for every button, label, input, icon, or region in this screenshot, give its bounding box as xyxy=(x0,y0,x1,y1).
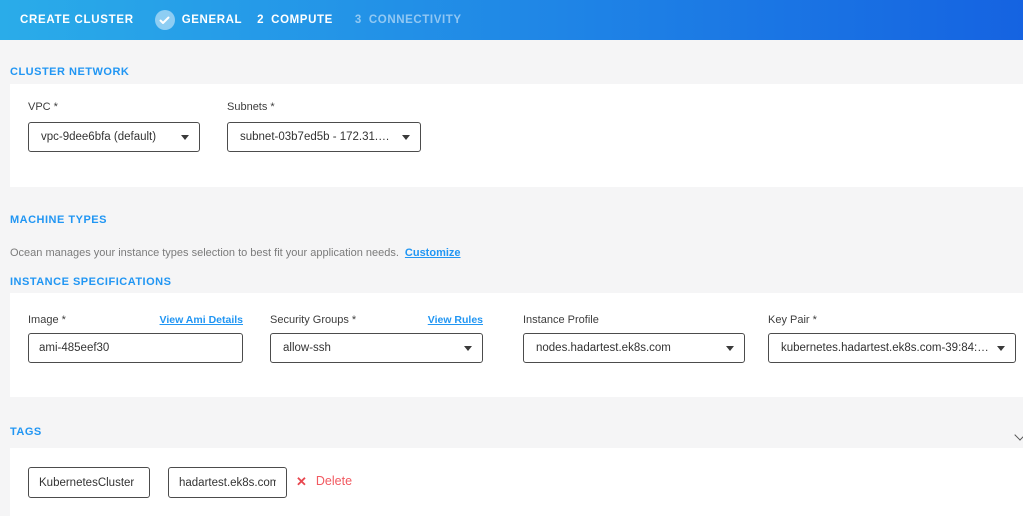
view-ami-details-link[interactable]: View Ami Details xyxy=(160,314,243,326)
instance-profile-selected-value: nodes.hadartest.ek8s.com xyxy=(536,342,671,354)
instance-profile-label: Instance Profile xyxy=(523,314,599,326)
vpc-selected-value: vpc-9dee6bfa (default) xyxy=(41,131,156,143)
tag-value-input[interactable] xyxy=(168,467,287,498)
vpc-select[interactable]: vpc-9dee6bfa (default) xyxy=(28,122,200,152)
chevron-down-icon xyxy=(402,135,410,140)
instance-profile-select[interactable]: nodes.hadartest.ek8s.com xyxy=(523,333,745,363)
tab-connectivity-number: 3 xyxy=(355,14,362,26)
delete-tag-label: Delete xyxy=(316,474,352,488)
delete-x-icon: ✕ xyxy=(296,475,307,488)
vpc-label: VPC * xyxy=(28,101,200,113)
tags-collapse-icon[interactable] xyxy=(1014,429,1023,440)
machine-types-description: Ocean manages your instance types select… xyxy=(10,247,461,259)
tab-general[interactable]: GENERAL xyxy=(155,10,242,30)
chevron-down-icon xyxy=(464,346,472,351)
chevron-down-icon xyxy=(181,135,189,140)
security-groups-select[interactable]: allow-ssh xyxy=(270,333,483,363)
image-label: Image * xyxy=(28,314,66,326)
chevron-down-icon xyxy=(997,346,1005,351)
view-rules-link[interactable]: View Rules xyxy=(428,314,483,326)
key-pair-field: Key Pair * kubernetes.hadartest.ek8s.com… xyxy=(768,312,1016,363)
page-title: CREATE CLUSTER xyxy=(20,14,134,26)
tag-key-input[interactable] xyxy=(28,467,150,498)
section-title-tags: TAGS xyxy=(10,426,42,438)
tab-compute-number: 2 xyxy=(257,14,264,26)
instance-specifications-card: Image * View Ami Details Security Groups… xyxy=(10,293,1023,397)
tab-compute-label: COMPUTE xyxy=(271,14,333,26)
security-groups-field: Security Groups * View Rules allow-ssh xyxy=(270,312,483,363)
instance-profile-field: Instance Profile nodes.hadartest.ek8s.co… xyxy=(523,312,745,363)
tab-compute[interactable]: 2 COMPUTE xyxy=(257,14,333,26)
key-pair-label: Key Pair * xyxy=(768,314,817,326)
cluster-network-card: VPC * vpc-9dee6bfa (default) Subnets * s… xyxy=(10,84,1023,187)
key-pair-select[interactable]: kubernetes.hadartest.ek8s.com-39:84:a5:9… xyxy=(768,333,1016,363)
tags-card: ✕ Delete xyxy=(10,448,1023,516)
subnets-label: Subnets * xyxy=(227,101,421,113)
wizard-header: CREATE CLUSTER GENERAL 2 COMPUTE 3 CONNE… xyxy=(0,0,1023,40)
subnets-selected-value: subnet-03b7ed5b - 172.31.0.0/20 ... xyxy=(240,131,396,143)
section-title-machine-types: MACHINE TYPES xyxy=(10,214,107,226)
chevron-down-icon xyxy=(726,346,734,351)
check-circle-icon xyxy=(155,10,175,30)
security-groups-label: Security Groups * xyxy=(270,314,356,326)
machine-types-description-text: Ocean manages your instance types select… xyxy=(10,247,399,259)
subnets-select[interactable]: subnet-03b7ed5b - 172.31.0.0/20 ... xyxy=(227,122,421,152)
security-groups-selected-value: allow-ssh xyxy=(283,342,331,354)
check-icon xyxy=(159,16,170,25)
image-input[interactable] xyxy=(28,333,243,363)
subnets-field: Subnets * subnet-03b7ed5b - 172.31.0.0/2… xyxy=(227,101,421,152)
tab-connectivity-label: CONNECTIVITY xyxy=(369,14,462,26)
key-pair-selected-value: kubernetes.hadartest.ek8s.com-39:84:a5:9… xyxy=(781,342,991,354)
tab-general-label: GENERAL xyxy=(182,14,242,26)
vpc-field: VPC * vpc-9dee6bfa (default) xyxy=(28,101,200,152)
customize-link[interactable]: Customize xyxy=(405,247,461,259)
tab-connectivity[interactable]: 3 CONNECTIVITY xyxy=(355,14,462,26)
delete-tag-button[interactable]: ✕ Delete xyxy=(296,474,352,488)
section-title-cluster-network: CLUSTER NETWORK xyxy=(10,66,129,78)
image-field: Image * View Ami Details xyxy=(28,312,243,363)
section-title-instance-specifications: INSTANCE SPECIFICATIONS xyxy=(10,276,171,288)
